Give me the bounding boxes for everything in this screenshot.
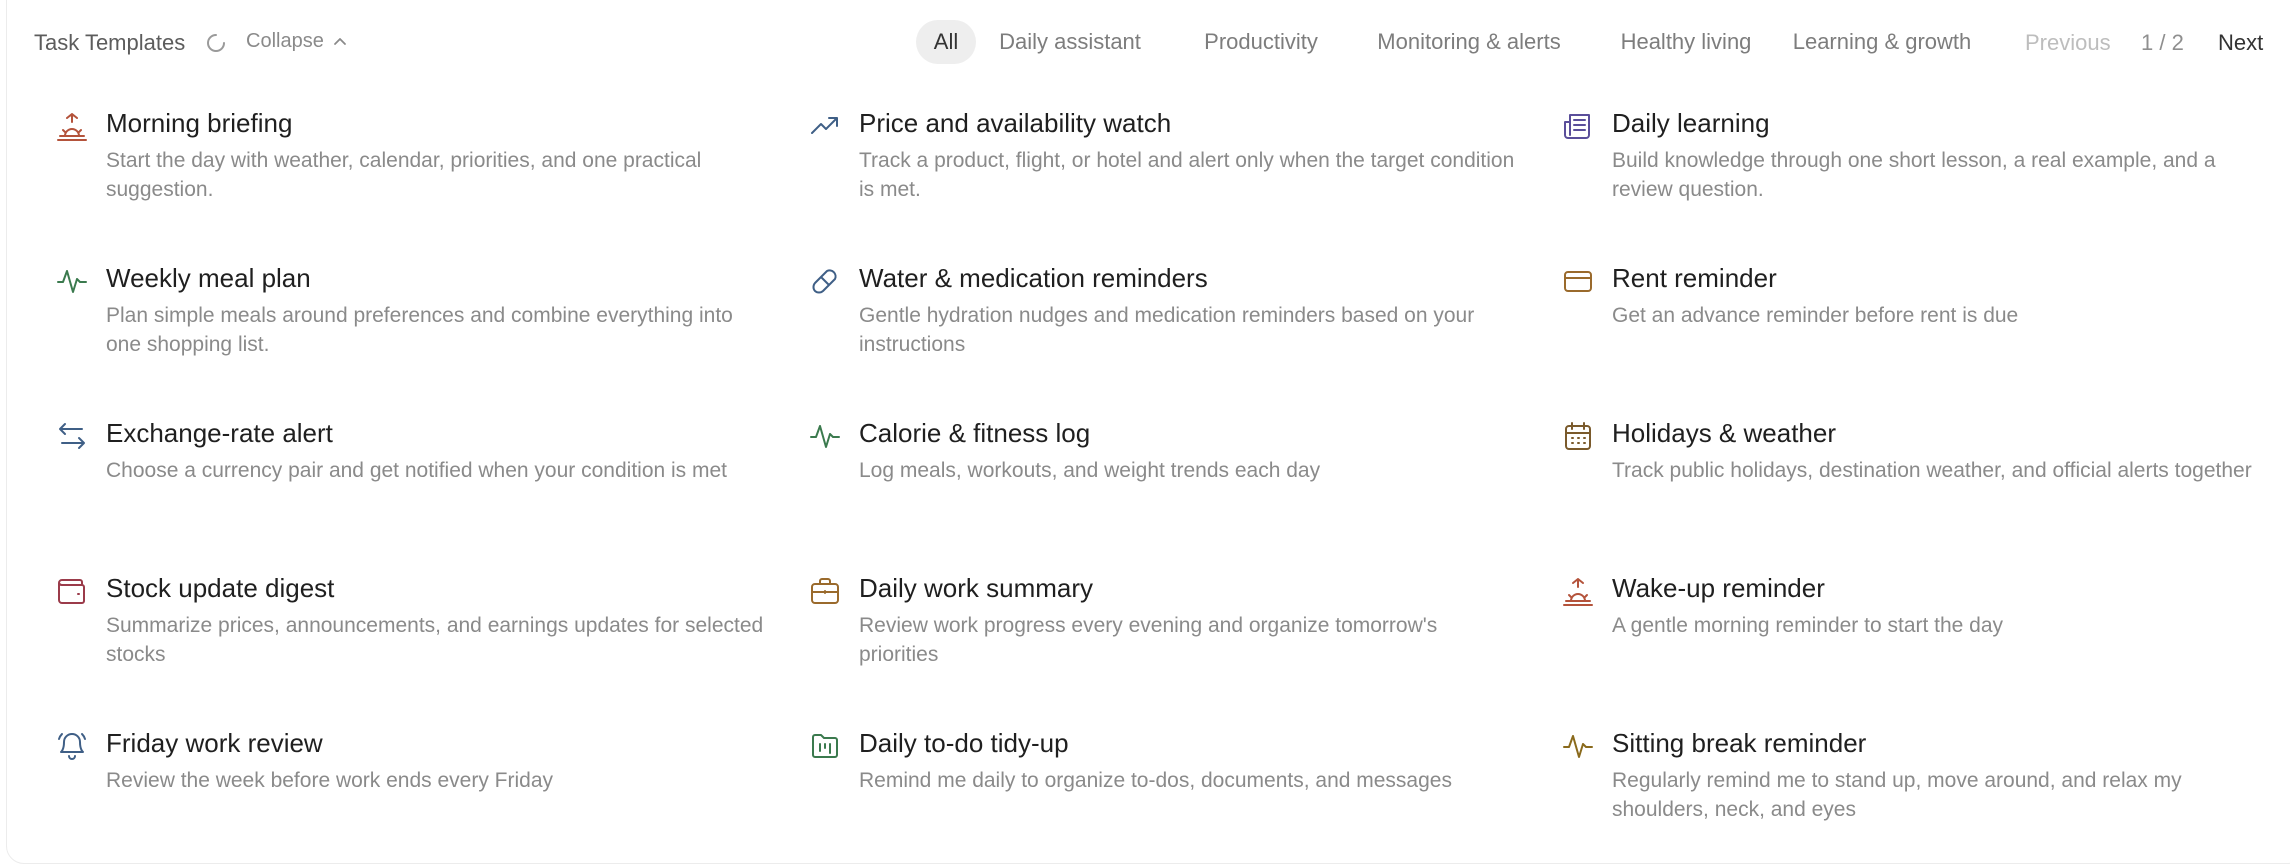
template-description: Track a product, flight, or hotel and al…: [859, 149, 1515, 201]
credit-card-icon: [1562, 265, 1594, 297]
tab-productivity[interactable]: Productivity: [1196, 20, 1326, 64]
tab-monitoring-alerts[interactable]: Monitoring & alerts: [1364, 20, 1574, 64]
template-description: Track public holidays, destination weath…: [1612, 459, 2252, 482]
arrows-exchange-icon: [56, 420, 88, 452]
template-title: Weekly meal plan: [106, 263, 311, 293]
collapse-button[interactable]: Collapse: [246, 30, 348, 53]
activity-icon: [1562, 730, 1594, 762]
panel-title: Task Templates: [34, 30, 186, 55]
template-title: Daily work summary: [859, 573, 1094, 603]
bell-ring-icon: [56, 730, 88, 762]
sunrise-icon: [56, 110, 88, 142]
tab-daily-assistant[interactable]: Daily assistant: [990, 20, 1150, 64]
template-description: Choose a currency pair and get notified …: [106, 459, 728, 482]
loading-spinner-icon: [207, 34, 225, 52]
template-title: Rent reminder: [1612, 263, 1777, 293]
template-title: Wake-up reminder: [1612, 573, 1825, 603]
tab-all[interactable]: All: [916, 20, 976, 64]
pill-icon: [809, 265, 841, 297]
template-description: Plan simple meals around preferences and…: [106, 304, 733, 356]
template-description: A gentle morning reminder to start the d…: [1612, 614, 2004, 637]
newspaper-icon: [1562, 110, 1594, 142]
template-title: Daily learning: [1612, 108, 1770, 138]
template-description: Build knowledge through one short lesson…: [1612, 149, 2216, 201]
previous-page-button[interactable]: Previous: [2025, 30, 2111, 56]
template-description: Start the day with weather, calendar, pr…: [106, 149, 702, 201]
template-title: Water & medication reminders: [859, 263, 1208, 293]
tab-learning-growth[interactable]: Learning & growth: [1782, 20, 1982, 64]
template-description: Review the week before work ends every F…: [106, 769, 554, 792]
template-title: Sitting break reminder: [1612, 728, 1867, 758]
sunrise-icon: [1562, 575, 1594, 607]
template-title: Price and availability watch: [859, 108, 1172, 138]
template-title: Stock update digest: [106, 573, 335, 603]
template-description: Regularly remind me to stand up, move ar…: [1612, 769, 2182, 821]
calendar-icon: [1562, 420, 1594, 452]
wallet-icon: [56, 575, 88, 607]
template-description: Get an advance reminder before rent is d…: [1612, 304, 2019, 327]
template-title: Holidays & weather: [1612, 418, 1836, 448]
activity-icon: [56, 265, 88, 297]
template-title: Daily to-do tidy-up: [859, 728, 1069, 758]
template-title: Friday work review: [106, 728, 323, 758]
template-title: Exchange-rate alert: [106, 418, 333, 448]
templates-header: Task Templates Collapse All Daily assist…: [0, 0, 2290, 90]
collapse-label: Collapse: [246, 30, 324, 52]
template-title: Calorie & fitness log: [859, 418, 1091, 448]
template-title: Morning briefing: [106, 108, 293, 138]
activity-icon: [809, 420, 841, 452]
next-page-button[interactable]: Next: [2218, 30, 2263, 56]
template-description: Summarize prices, announcements, and ear…: [106, 614, 764, 666]
template-description: Remind me daily to organize to-dos, docu…: [859, 769, 1452, 792]
chevron-up-icon: [333, 37, 346, 45]
template-description: Review work progress every evening and o…: [859, 614, 1438, 666]
folder-kanban-icon: [809, 730, 841, 762]
briefcase-icon: [809, 575, 841, 607]
trending-up-icon: [809, 110, 841, 142]
page-indicator: 1 / 2: [2141, 30, 2184, 55]
template-description: Gentle hydration nudges and medication r…: [859, 304, 1475, 356]
tab-healthy-living[interactable]: Healthy living: [1606, 20, 1766, 64]
template-description: Log meals, workouts, and weight trends e…: [859, 459, 1321, 482]
